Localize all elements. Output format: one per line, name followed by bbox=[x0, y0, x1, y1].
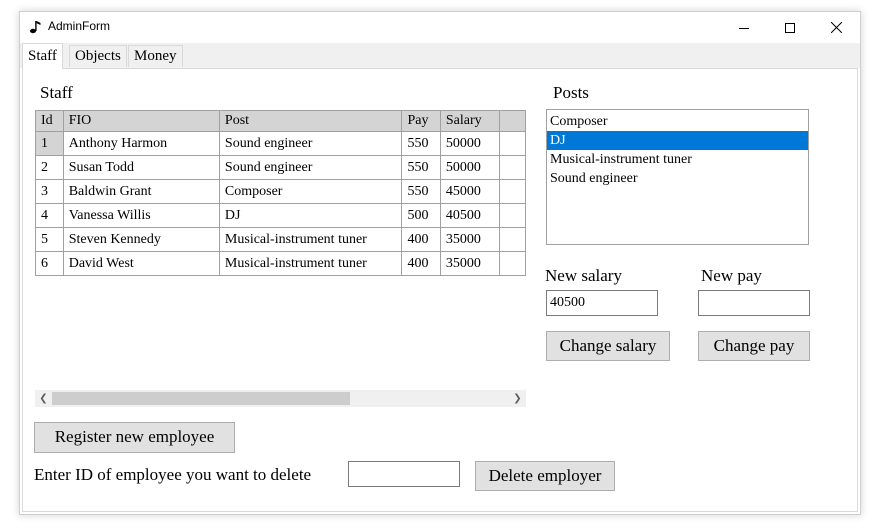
scrollbar-thumb[interactable] bbox=[52, 392, 350, 405]
list-item[interactable]: Musical-instrument tuner bbox=[547, 150, 808, 169]
cell-pay[interactable]: 550 bbox=[401, 155, 441, 180]
horizontal-scrollbar[interactable]: ❮ ❯ bbox=[35, 390, 526, 407]
cell-overflow[interactable] bbox=[498, 179, 526, 204]
column-header-id[interactable]: Id bbox=[35, 110, 64, 132]
minimize-icon bbox=[739, 27, 749, 29]
close-button[interactable] bbox=[813, 12, 859, 43]
table-row[interactable]: 4 Vanessa Willis DJ 500 40500 bbox=[35, 203, 526, 228]
delete-id-input[interactable] bbox=[348, 461, 460, 487]
cell-overflow[interactable] bbox=[498, 227, 526, 252]
cell-fio[interactable]: Susan Todd bbox=[62, 155, 220, 180]
new-salary-input[interactable]: 40500 bbox=[546, 290, 658, 316]
cell-overflow[interactable] bbox=[498, 251, 526, 276]
cell-post[interactable]: Composer bbox=[218, 179, 403, 204]
tab-staff[interactable]: Staff bbox=[22, 43, 63, 69]
table-row[interactable]: 2 Susan Todd Sound engineer 550 50000 bbox=[35, 155, 526, 180]
tab-objects[interactable]: Objects bbox=[69, 45, 127, 67]
cell-fio[interactable]: Vanessa Willis bbox=[62, 203, 220, 228]
cell-fio[interactable]: Baldwin Grant bbox=[62, 179, 220, 204]
cell-post[interactable]: Musical-instrument tuner bbox=[218, 227, 403, 252]
list-item[interactable]: Composer bbox=[547, 112, 808, 131]
delete-employer-button[interactable]: Delete employer bbox=[475, 461, 615, 491]
cell-id[interactable]: 5 bbox=[35, 227, 64, 252]
cell-id[interactable]: 2 bbox=[35, 155, 64, 180]
cell-pay[interactable]: 400 bbox=[401, 227, 441, 252]
cell-post[interactable]: Sound engineer bbox=[218, 155, 403, 180]
cell-overflow[interactable] bbox=[498, 131, 526, 156]
table-row[interactable]: 5 Steven Kennedy Musical-instrument tune… bbox=[35, 227, 526, 252]
column-header-overflow[interactable] bbox=[498, 110, 526, 132]
cell-pay[interactable]: 400 bbox=[401, 251, 441, 276]
cell-id[interactable]: 3 bbox=[35, 179, 64, 204]
delete-prompt-label: Enter ID of employee you want to delete bbox=[34, 465, 312, 484]
cell-salary[interactable]: 35000 bbox=[439, 251, 500, 276]
list-item[interactable]: Sound engineer bbox=[547, 169, 808, 188]
music-note-icon bbox=[30, 21, 41, 34]
close-icon bbox=[830, 22, 842, 33]
window-title: AdminForm bbox=[48, 19, 111, 33]
cell-salary[interactable]: 35000 bbox=[439, 227, 500, 252]
cell-pay[interactable]: 550 bbox=[401, 131, 441, 156]
posts-listbox[interactable]: Composer DJ Musical-instrument tuner Sou… bbox=[546, 109, 809, 245]
cell-post[interactable]: DJ bbox=[218, 203, 403, 228]
cell-pay[interactable]: 550 bbox=[401, 179, 441, 204]
scroll-right-icon[interactable]: ❯ bbox=[509, 390, 526, 407]
change-pay-button[interactable]: Change pay bbox=[698, 331, 810, 361]
cell-salary[interactable]: 45000 bbox=[439, 179, 500, 204]
table-row[interactable]: 1 Anthony Harmon Sound engineer 550 5000… bbox=[35, 131, 526, 156]
staff-grid[interactable]: Id FIO Post Pay Salary 1 Anthony Harmon … bbox=[35, 110, 526, 390]
cell-fio[interactable]: David West bbox=[62, 251, 220, 276]
tab-money[interactable]: Money bbox=[128, 45, 183, 67]
cell-id[interactable]: 6 bbox=[35, 251, 64, 276]
cell-pay[interactable]: 500 bbox=[401, 203, 441, 228]
staff-table: Id FIO Post Pay Salary 1 Anthony Harmon … bbox=[35, 110, 526, 276]
title-bar[interactable]: AdminForm bbox=[20, 12, 860, 43]
cell-overflow[interactable] bbox=[498, 155, 526, 180]
new-pay-input[interactable] bbox=[698, 290, 810, 316]
cell-post[interactable]: Sound engineer bbox=[218, 131, 403, 156]
change-salary-button[interactable]: Change salary bbox=[546, 331, 670, 361]
new-pay-label: New pay bbox=[701, 266, 762, 285]
cell-salary[interactable]: 50000 bbox=[439, 155, 500, 180]
register-employee-button[interactable]: Register new employee bbox=[34, 422, 235, 453]
cell-post[interactable]: Musical-instrument tuner bbox=[218, 251, 403, 276]
column-header-post[interactable]: Post bbox=[218, 110, 403, 132]
cell-salary[interactable]: 40500 bbox=[439, 203, 500, 228]
staff-label: Staff bbox=[40, 83, 73, 102]
column-header-fio[interactable]: FIO bbox=[62, 110, 220, 132]
table-row[interactable]: 3 Baldwin Grant Composer 550 45000 bbox=[35, 179, 526, 204]
scroll-left-icon[interactable]: ❮ bbox=[35, 390, 52, 407]
posts-label: Posts bbox=[553, 83, 589, 102]
minimize-button[interactable] bbox=[721, 12, 767, 43]
column-header-pay[interactable]: Pay bbox=[401, 110, 441, 132]
cell-fio[interactable]: Steven Kennedy bbox=[62, 227, 220, 252]
cell-id[interactable]: 4 bbox=[35, 203, 64, 228]
list-item-selected[interactable]: DJ bbox=[547, 131, 808, 150]
tab-strip: Staff Objects Money bbox=[20, 43, 860, 69]
new-salary-label: New salary bbox=[545, 266, 622, 285]
cell-id[interactable]: 1 bbox=[35, 131, 64, 156]
maximize-button[interactable] bbox=[767, 12, 813, 43]
cell-salary[interactable]: 50000 bbox=[439, 131, 500, 156]
maximize-icon bbox=[785, 22, 795, 33]
table-row[interactable]: 6 David West Musical-instrument tuner 40… bbox=[35, 251, 526, 276]
table-header-row: Id FIO Post Pay Salary bbox=[35, 110, 526, 132]
admin-form-window: AdminForm Staff Objects Money Staff Id F… bbox=[19, 11, 861, 515]
cell-overflow[interactable] bbox=[498, 203, 526, 228]
column-header-salary[interactable]: Salary bbox=[439, 110, 500, 132]
cell-fio[interactable]: Anthony Harmon bbox=[62, 131, 220, 156]
